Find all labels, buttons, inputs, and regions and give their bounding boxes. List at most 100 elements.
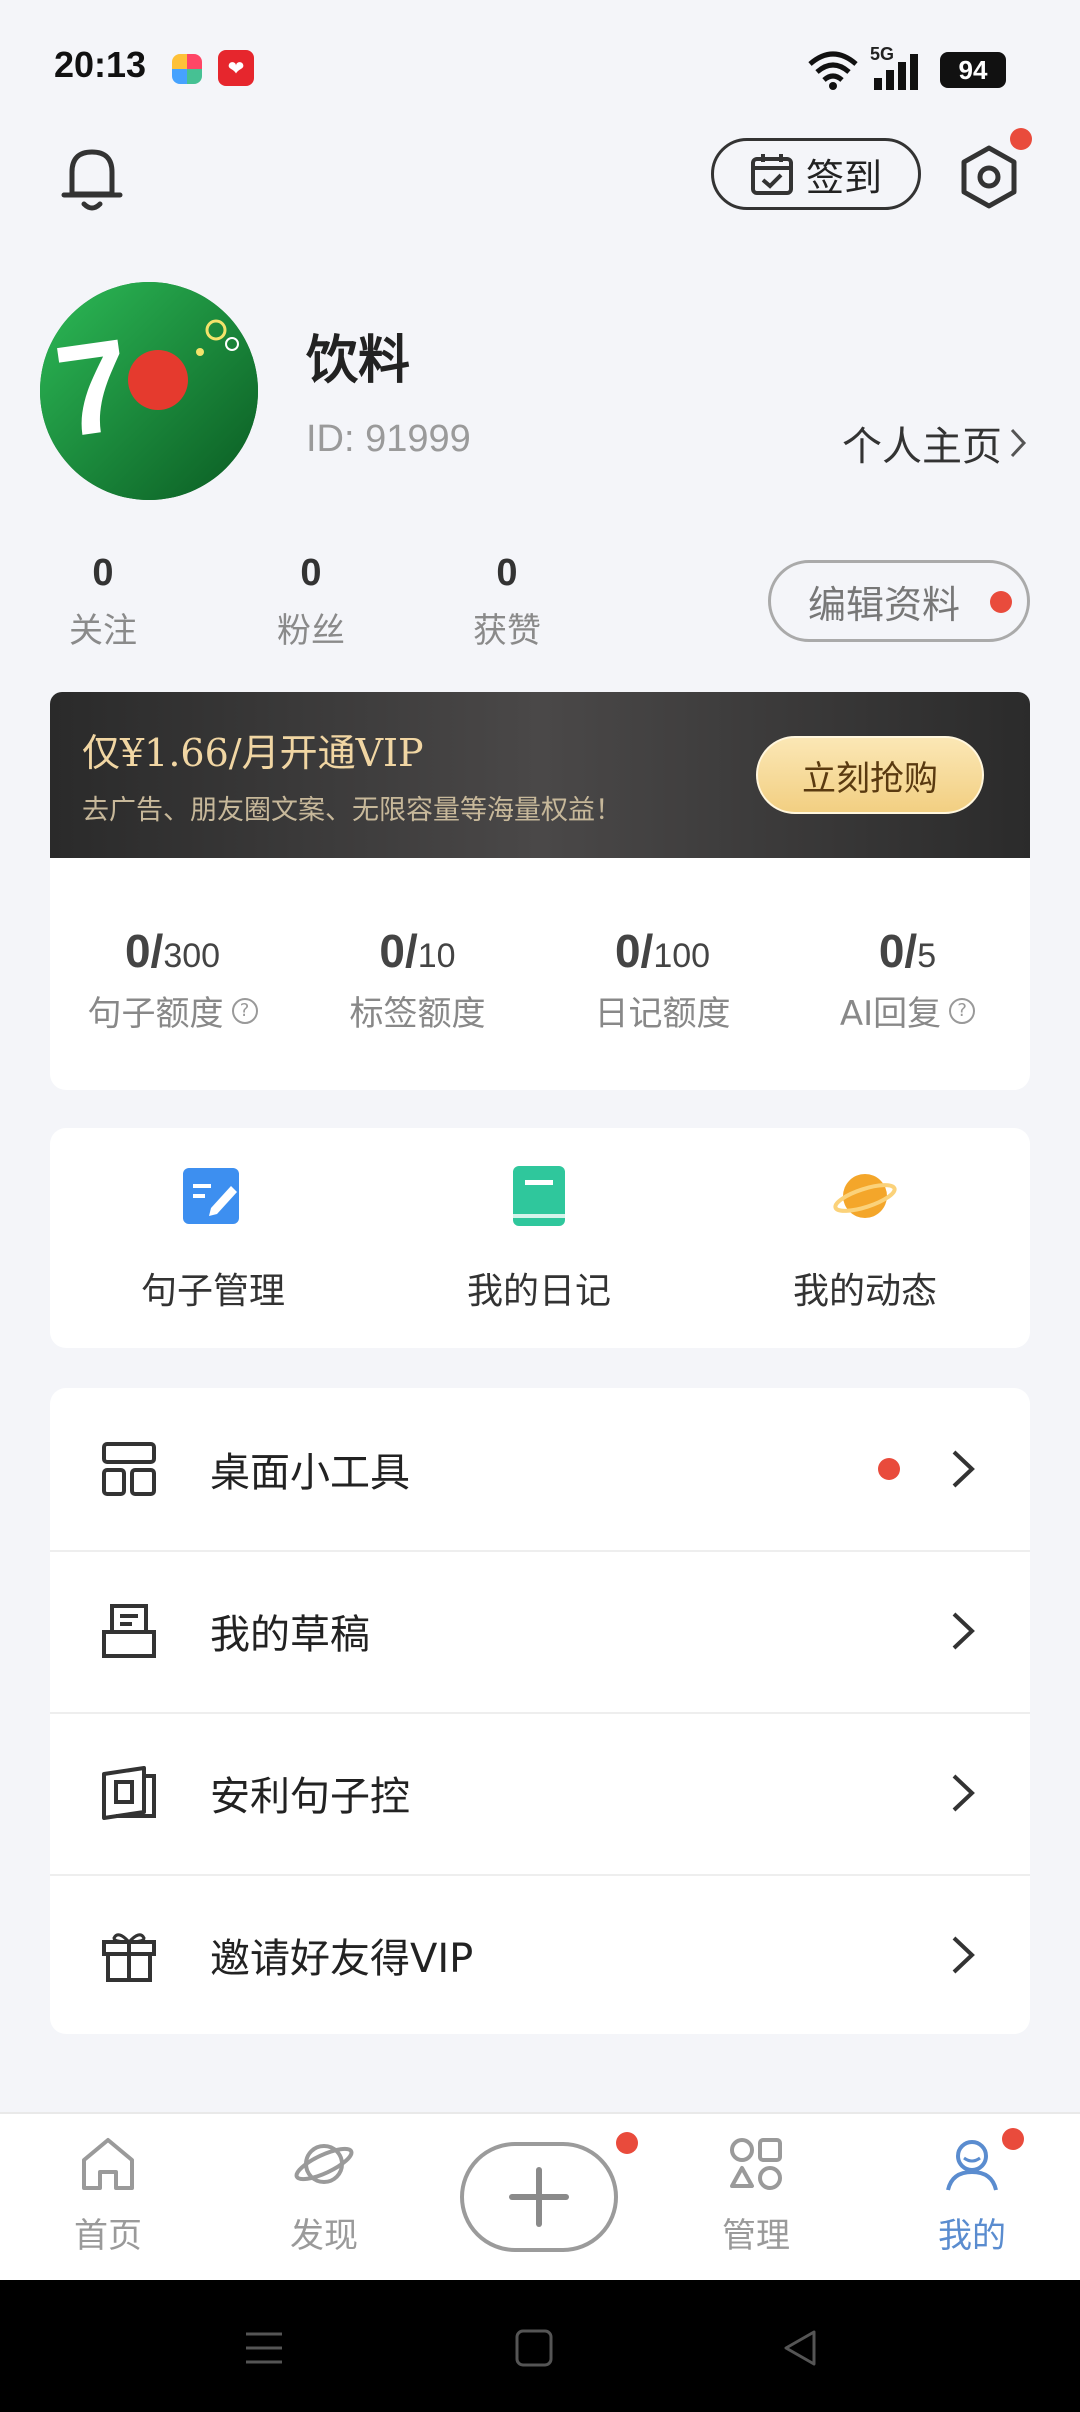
battery-level: 94 bbox=[940, 52, 1006, 88]
draft-icon bbox=[102, 1604, 156, 1658]
homepage-link[interactable]: 个人主页 bbox=[842, 414, 1028, 472]
quota-used: 0/ bbox=[878, 925, 918, 977]
menu-label: 桌面小工具 bbox=[210, 1450, 410, 1496]
quota-used: 0/ bbox=[614, 925, 654, 977]
nav-discover[interactable]: 发现 bbox=[254, 2132, 394, 2257]
stat-value: 0 bbox=[496, 552, 518, 594]
quota-limit: 300 bbox=[163, 937, 221, 975]
bottom-nav: 首页 发现 管理 我的 bbox=[0, 2112, 1080, 2280]
stat-following[interactable]: 0 关注 bbox=[43, 552, 163, 652]
edit-note-icon bbox=[183, 1168, 239, 1224]
menu-label: 邀请好友得VIP bbox=[210, 1936, 474, 1982]
home-square-icon[interactable] bbox=[514, 2328, 554, 2368]
home-icon bbox=[82, 2138, 134, 2190]
nav-label: 我的 bbox=[938, 2216, 1006, 2256]
profile-icon bbox=[946, 2140, 998, 2191]
system-nav-bar bbox=[0, 2280, 1080, 2412]
chevron-right-icon bbox=[952, 1450, 975, 1488]
edit-profile-badge bbox=[990, 591, 1012, 613]
gift-icon bbox=[102, 1933, 156, 1982]
menu-item-desktop-widgets[interactable]: 桌面小工具 bbox=[50, 1388, 1030, 1550]
settings-hex-icon[interactable] bbox=[956, 144, 1022, 210]
nav-label: 首页 bbox=[74, 2216, 142, 2256]
user-id: ID: 91999 bbox=[306, 418, 471, 460]
menu-item-drafts[interactable]: 我的草稿 bbox=[50, 1550, 1030, 1712]
nav-home[interactable]: 首页 bbox=[38, 2132, 178, 2257]
widget-icon bbox=[102, 1442, 156, 1496]
stat-followers[interactable]: 0 粉丝 bbox=[251, 552, 371, 652]
vip-subtitle: 去广告、朋友圈文案、无限容量等海量权益！ bbox=[82, 795, 622, 826]
shortcut-label: 句子管理 bbox=[140, 1271, 285, 1312]
chevron-right-icon bbox=[952, 1936, 975, 1974]
shortcut-card: 句子管理 我的日记 我的动态 bbox=[50, 1128, 1030, 1348]
diary-book-icon bbox=[513, 1166, 565, 1226]
quota-label: 句子额度 bbox=[87, 994, 224, 1034]
stat-value: 0 bbox=[92, 552, 114, 594]
help-icon[interactable]: ? bbox=[949, 997, 976, 1024]
username: 饮料 bbox=[306, 331, 411, 391]
planet-icon bbox=[833, 1174, 897, 1218]
profile-badge bbox=[1002, 2128, 1024, 2150]
shortcut-my-moments[interactable]: 我的动态 bbox=[702, 1164, 1028, 1314]
discover-icon bbox=[294, 2144, 354, 2184]
quota-diary[interactable]: 0/100 日记额度 bbox=[540, 924, 785, 1035]
quota-limit: 100 bbox=[653, 937, 711, 975]
vip-banner[interactable]: 仅¥1.66/月开通VIP 去广告、朋友圈文案、无限容量等海量权益！ 立刻抢购 bbox=[50, 692, 1030, 858]
menu-icon[interactable] bbox=[244, 2328, 284, 2368]
nav-mine[interactable]: 我的 bbox=[902, 2132, 1042, 2257]
back-icon[interactable] bbox=[780, 2328, 820, 2368]
homepage-label: 个人主页 bbox=[842, 424, 1002, 470]
avatar-image: 7 bbox=[40, 282, 258, 500]
share-app-icon bbox=[102, 1766, 156, 1820]
avatar[interactable]: 7 bbox=[40, 282, 258, 500]
quota-ai-reply[interactable]: 0/5 AI回复? bbox=[785, 924, 1030, 1035]
plus-icon bbox=[509, 2167, 569, 2227]
stat-label: 粉丝 bbox=[277, 611, 345, 651]
quota-limit: 5 bbox=[917, 937, 937, 975]
quota-label: 标签额度 bbox=[349, 994, 486, 1034]
quota-sentences[interactable]: 0/300 句子额度? bbox=[50, 924, 295, 1035]
menu-item-recommend-app[interactable]: 安利句子控 bbox=[50, 1712, 1030, 1874]
edit-profile-label: 编辑资料 bbox=[807, 582, 960, 627]
vip-title: 仅¥1.66/月开通VIP bbox=[82, 731, 424, 775]
vip-buy-button[interactable]: 立刻抢购 bbox=[756, 736, 984, 814]
stat-value: 0 bbox=[300, 552, 322, 594]
add-button[interactable] bbox=[460, 2142, 618, 2252]
quota-label: 日记额度 bbox=[594, 994, 731, 1034]
menu-item-invite-friends[interactable]: 邀请好友得VIP bbox=[50, 1874, 1030, 2034]
add-badge bbox=[616, 2132, 638, 2154]
wifi-icon bbox=[808, 51, 858, 90]
status-time: 20:13 bbox=[54, 44, 147, 85]
stat-likes[interactable]: 0 获赞 bbox=[447, 552, 567, 652]
menu-label: 我的草稿 bbox=[210, 1612, 370, 1658]
nav-label: 发现 bbox=[290, 2216, 358, 2256]
signal-icon bbox=[874, 54, 918, 90]
chevron-right-icon bbox=[952, 1612, 975, 1650]
quota-label: AI回复 bbox=[839, 994, 942, 1034]
quota-card: 0/300 句子额度? 0/10 标签额度 0/100 日记额度 0/5 AI回… bbox=[50, 858, 1030, 1090]
bell-icon[interactable] bbox=[58, 142, 126, 214]
help-icon[interactable]: ? bbox=[231, 997, 258, 1024]
shortcut-label: 我的动态 bbox=[792, 1271, 937, 1312]
quota-used: 0/ bbox=[379, 925, 418, 977]
shortcut-label: 我的日记 bbox=[466, 1271, 611, 1312]
manage-icon bbox=[730, 2138, 782, 2190]
nav-label: 管理 bbox=[722, 2216, 790, 2256]
menu-badge bbox=[878, 1458, 900, 1480]
stat-label: 关注 bbox=[69, 611, 137, 651]
settings-badge bbox=[1010, 128, 1032, 150]
notification-app-icon: ❤ bbox=[218, 50, 254, 86]
chevron-right-icon bbox=[952, 1774, 975, 1812]
checkin-label: 签到 bbox=[805, 155, 882, 200]
shortcut-my-diary[interactable]: 我的日记 bbox=[376, 1164, 702, 1314]
stat-label: 获赞 bbox=[473, 611, 541, 651]
nav-manage[interactable]: 管理 bbox=[686, 2132, 826, 2257]
quota-tags[interactable]: 0/10 标签额度 bbox=[295, 924, 540, 1035]
shortcut-sentence-manage[interactable]: 句子管理 bbox=[50, 1164, 376, 1314]
quota-used: 0/ bbox=[124, 925, 164, 977]
calendar-check-icon bbox=[750, 154, 793, 195]
chevron-right-icon bbox=[1010, 428, 1027, 458]
quota-limit: 10 bbox=[417, 937, 456, 975]
checkin-button[interactable]: 签到 bbox=[711, 138, 921, 210]
notification-app-icon bbox=[172, 54, 202, 84]
